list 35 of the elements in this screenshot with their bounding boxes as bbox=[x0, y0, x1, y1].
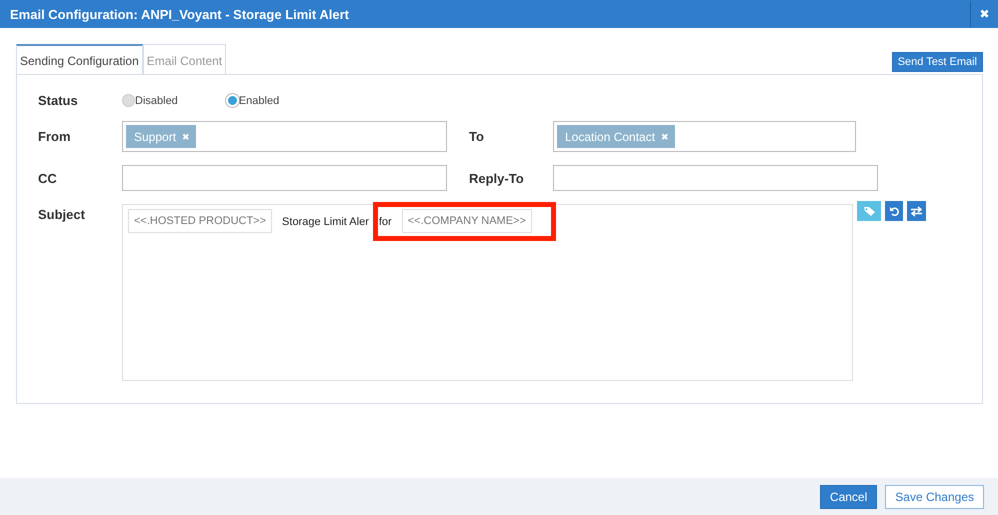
tab[interactable]: Sending Configuration bbox=[16, 44, 143, 74]
save-changes-button[interactable]: Save Changes bbox=[885, 484, 984, 508]
send-test-email-button[interactable]: Send Test Email bbox=[892, 52, 983, 72]
field-label: Reply-To bbox=[469, 170, 525, 186]
placeholder-token: <<.COMPANY NAME>> bbox=[402, 209, 532, 233]
subject-text: for bbox=[378, 215, 392, 228]
window-title: Email Configuration: ANPI_Voyant - Storage Limit Alert bbox=[10, 6, 349, 22]
field-label: From bbox=[38, 129, 72, 144]
subject-text: Storage Limit Aler bbox=[282, 215, 369, 228]
tag-icon bbox=[862, 206, 876, 216]
input-field[interactable] bbox=[553, 165, 878, 191]
tag-label: Support bbox=[134, 130, 176, 144]
reset-button[interactable] bbox=[885, 201, 903, 221]
remove-tag-button[interactable]: ✖ bbox=[661, 132, 670, 142]
field-label: Subject bbox=[38, 206, 86, 222]
close-button[interactable]: ✖ bbox=[970, 1, 998, 27]
field-label: To bbox=[469, 129, 485, 144]
subject-editor[interactable]: <<.HOSTED PRODUCT>> Storage Limit Aler for <<.COMPANY NAME>> bbox=[122, 204, 853, 381]
input-field[interactable] bbox=[122, 165, 447, 191]
field-label: CC bbox=[38, 170, 58, 186]
swap-arrows-icon bbox=[910, 206, 923, 216]
field-label: Status bbox=[38, 93, 79, 108]
swap-button[interactable] bbox=[907, 201, 926, 221]
tab[interactable]: Email Content bbox=[142, 44, 226, 74]
radio-icon[interactable] bbox=[122, 94, 135, 107]
input-field[interactable]: Support ✖ bbox=[122, 121, 447, 152]
tag-label: Location Contact bbox=[565, 130, 656, 144]
tag-button[interactable] bbox=[857, 201, 881, 221]
radio-option[interactable]: Enabled bbox=[226, 94, 280, 107]
cancel-button[interactable]: Cancel bbox=[820, 484, 878, 508]
input-field[interactable]: Location Contact ✖ bbox=[553, 121, 856, 152]
radio-option[interactable]: Disabled bbox=[122, 94, 178, 107]
undo-icon bbox=[888, 206, 900, 216]
remove-tag-button[interactable]: ✖ bbox=[182, 132, 190, 142]
placeholder-token: <<.HOSTED PRODUCT>> bbox=[128, 209, 272, 233]
